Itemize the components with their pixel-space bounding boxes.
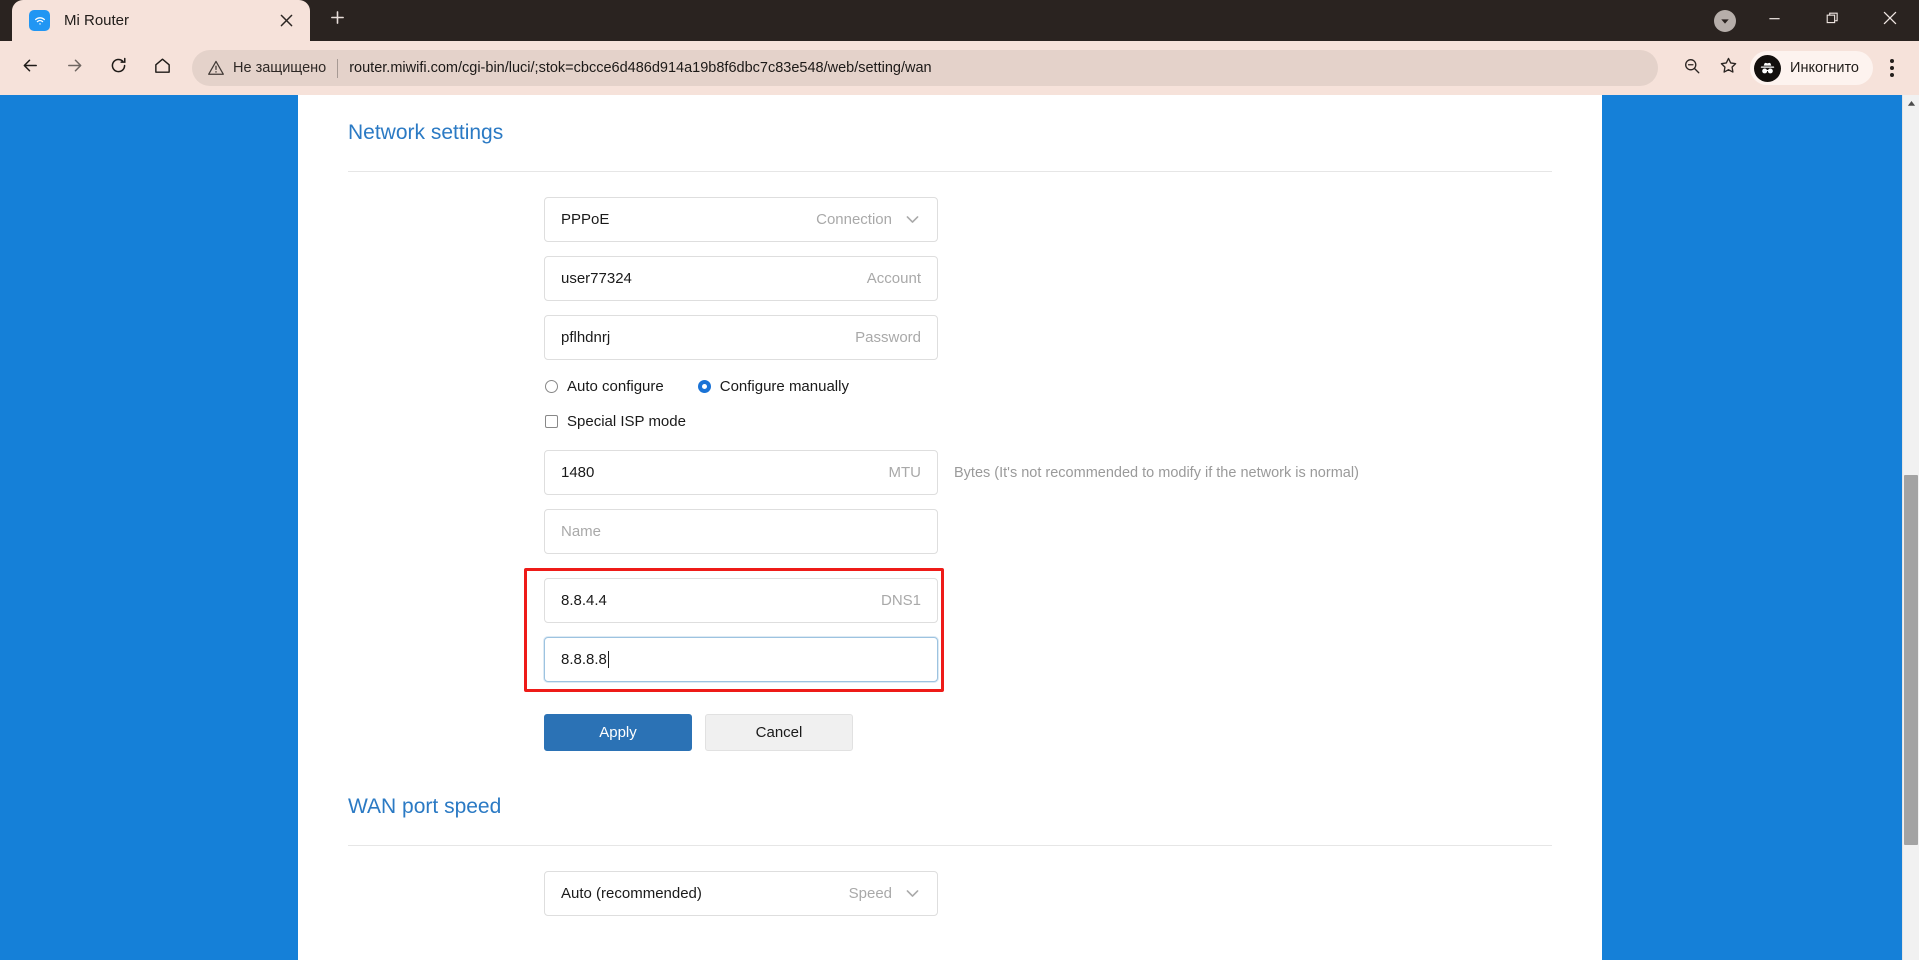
warning-triangle-icon bbox=[208, 60, 224, 76]
dns1-row: 8.8.4.4 DNS1 bbox=[544, 578, 944, 623]
dns2-value: 8.8.8.8 bbox=[561, 651, 921, 668]
window-controls bbox=[1704, 0, 1919, 41]
window-close-icon bbox=[1883, 11, 1897, 30]
zoom-out-icon bbox=[1683, 57, 1701, 80]
network-settings-form: PPPoE Connection user77324 Account pflhd… bbox=[348, 172, 1552, 751]
tab-search-button[interactable] bbox=[1704, 0, 1745, 41]
text-cursor bbox=[607, 651, 609, 668]
dns2-input[interactable]: 8.8.8.8 bbox=[544, 637, 938, 682]
radio-auto-configure[interactable]: Auto configure bbox=[545, 378, 664, 395]
page-scrollbar[interactable] bbox=[1902, 95, 1919, 960]
wan-port-speed-form: Auto (recommended) Speed bbox=[348, 846, 1552, 916]
plus-icon bbox=[330, 10, 345, 30]
chevron-down-icon bbox=[904, 211, 921, 228]
chevron-down-circle-icon bbox=[1713, 9, 1736, 32]
browser-menu-button[interactable] bbox=[1875, 48, 1909, 88]
router-admin-panel: Network settings PPPoE Connection user77… bbox=[298, 95, 1602, 960]
page-title: Network settings bbox=[348, 121, 504, 144]
browser-window: Mi Router Не защищено router.miwifi.com/… bbox=[0, 0, 1919, 960]
dns1-input[interactable]: 8.8.4.4 DNS1 bbox=[544, 578, 938, 623]
speed-select[interactable]: Auto (recommended) Speed bbox=[544, 871, 938, 916]
dns1-value: 8.8.4.4 bbox=[561, 592, 607, 609]
account-value: user77324 bbox=[561, 270, 632, 287]
star-icon bbox=[1719, 56, 1738, 80]
home-icon bbox=[153, 56, 172, 80]
radio-configure-manually-label: Configure manually bbox=[719, 378, 849, 395]
profile-label: Инкогнито bbox=[1790, 60, 1859, 76]
password-row: pflhdnrj Password bbox=[544, 315, 1552, 360]
mtu-label: MTU bbox=[888, 464, 922, 481]
dns2-value-text: 8.8.8.8 bbox=[561, 651, 607, 668]
tab-strip: Mi Router bbox=[0, 0, 1919, 41]
account-label: Account bbox=[866, 270, 921, 287]
connection-value: PPPoE bbox=[561, 211, 610, 228]
forward-button[interactable] bbox=[54, 48, 94, 88]
incognito-icon bbox=[1754, 54, 1782, 82]
radio-configure-manually[interactable]: Configure manually bbox=[697, 378, 849, 395]
form-actions: Apply Cancel bbox=[544, 714, 1552, 751]
mtu-hint: Bytes (It's not recommended to modify if… bbox=[954, 464, 1359, 481]
browser-toolbar: Не защищено router.miwifi.com/cgi-bin/lu… bbox=[0, 41, 1919, 95]
special-isp-mode-checkbox[interactable]: Special ISP mode bbox=[545, 413, 1552, 430]
zoom-out-button[interactable] bbox=[1674, 50, 1710, 86]
url-text[interactable]: router.miwifi.com/cgi-bin/luci/;stok=cbc… bbox=[349, 60, 1644, 76]
browser-tab[interactable]: Mi Router bbox=[12, 0, 310, 41]
special-isp-mode-label: Special ISP mode bbox=[567, 413, 686, 430]
three-dots-menu-icon bbox=[1890, 59, 1894, 77]
page-viewport: Network settings PPPoE Connection user77… bbox=[0, 95, 1919, 960]
dns2-row: 8.8.8.8 bbox=[544, 637, 944, 682]
dns1-label: DNS1 bbox=[880, 592, 921, 609]
speed-row: Auto (recommended) Speed bbox=[544, 871, 1552, 916]
apply-button[interactable]: Apply bbox=[544, 714, 692, 751]
profile-incognito-chip[interactable]: Инкогнито bbox=[1750, 51, 1873, 85]
restore-icon bbox=[1826, 12, 1839, 30]
account-input[interactable]: user77324 Account bbox=[544, 256, 938, 301]
radio-auto-configure-label: Auto configure bbox=[567, 378, 664, 395]
cancel-button[interactable]: Cancel bbox=[705, 714, 853, 751]
close-icon[interactable] bbox=[273, 8, 299, 34]
address-bar[interactable]: Не защищено router.miwifi.com/cgi-bin/lu… bbox=[192, 50, 1659, 86]
arrow-left-icon bbox=[21, 56, 40, 80]
maximize-restore-button[interactable] bbox=[1803, 0, 1861, 41]
home-button[interactable] bbox=[142, 48, 182, 88]
connection-select[interactable]: PPPoE Connection bbox=[544, 197, 938, 242]
speed-label: Speed bbox=[848, 885, 892, 902]
omnibox-divider bbox=[337, 58, 339, 78]
reload-button[interactable] bbox=[98, 48, 138, 88]
special-isp-mode-box bbox=[545, 415, 558, 428]
mtu-input[interactable]: 1480 MTU bbox=[544, 450, 938, 495]
dns-highlight-region: 8.8.4.4 DNS1 8.8.8.8 bbox=[524, 568, 944, 692]
wan-port-speed-title: WAN port speed bbox=[348, 795, 502, 818]
new-tab-button[interactable] bbox=[319, 2, 355, 38]
back-button[interactable] bbox=[10, 48, 50, 88]
wifi-icon bbox=[29, 10, 50, 31]
scrollbar-thumb[interactable] bbox=[1904, 475, 1918, 845]
scroll-up-arrow-icon[interactable] bbox=[1903, 95, 1919, 112]
window-close-button[interactable] bbox=[1861, 0, 1919, 41]
minimize-button[interactable] bbox=[1745, 0, 1803, 41]
security-status-text: Не защищено bbox=[233, 60, 327, 76]
name-placeholder: Name bbox=[561, 523, 602, 540]
speed-value: Auto (recommended) bbox=[561, 885, 702, 902]
password-input[interactable]: pflhdnrj Password bbox=[544, 315, 938, 360]
account-row: user77324 Account bbox=[544, 256, 1552, 301]
arrow-right-icon bbox=[65, 56, 84, 80]
toolbar-actions: Инкогнито bbox=[1674, 48, 1909, 88]
chevron-down-icon bbox=[904, 885, 921, 902]
password-label: Password bbox=[855, 329, 921, 346]
name-input[interactable]: Name bbox=[544, 509, 938, 554]
tab-title: Mi Router bbox=[64, 12, 130, 29]
password-value: pflhdnrj bbox=[561, 329, 611, 346]
radio-auto-configure-indicator bbox=[545, 380, 558, 393]
bookmark-button[interactable] bbox=[1710, 50, 1746, 86]
radio-configure-manually-indicator bbox=[697, 380, 711, 393]
connection-row: PPPoE Connection bbox=[544, 197, 1552, 242]
config-mode-radio-group: Auto configure Configure manually bbox=[545, 378, 1552, 395]
name-row: Name bbox=[544, 509, 1552, 554]
reload-icon bbox=[109, 56, 128, 80]
minimize-icon bbox=[1768, 12, 1781, 30]
mtu-row: 1480 MTU Bytes (It's not recommended to … bbox=[544, 450, 1552, 495]
mtu-value: 1480 bbox=[561, 464, 595, 481]
connection-label: Connection bbox=[816, 211, 892, 228]
